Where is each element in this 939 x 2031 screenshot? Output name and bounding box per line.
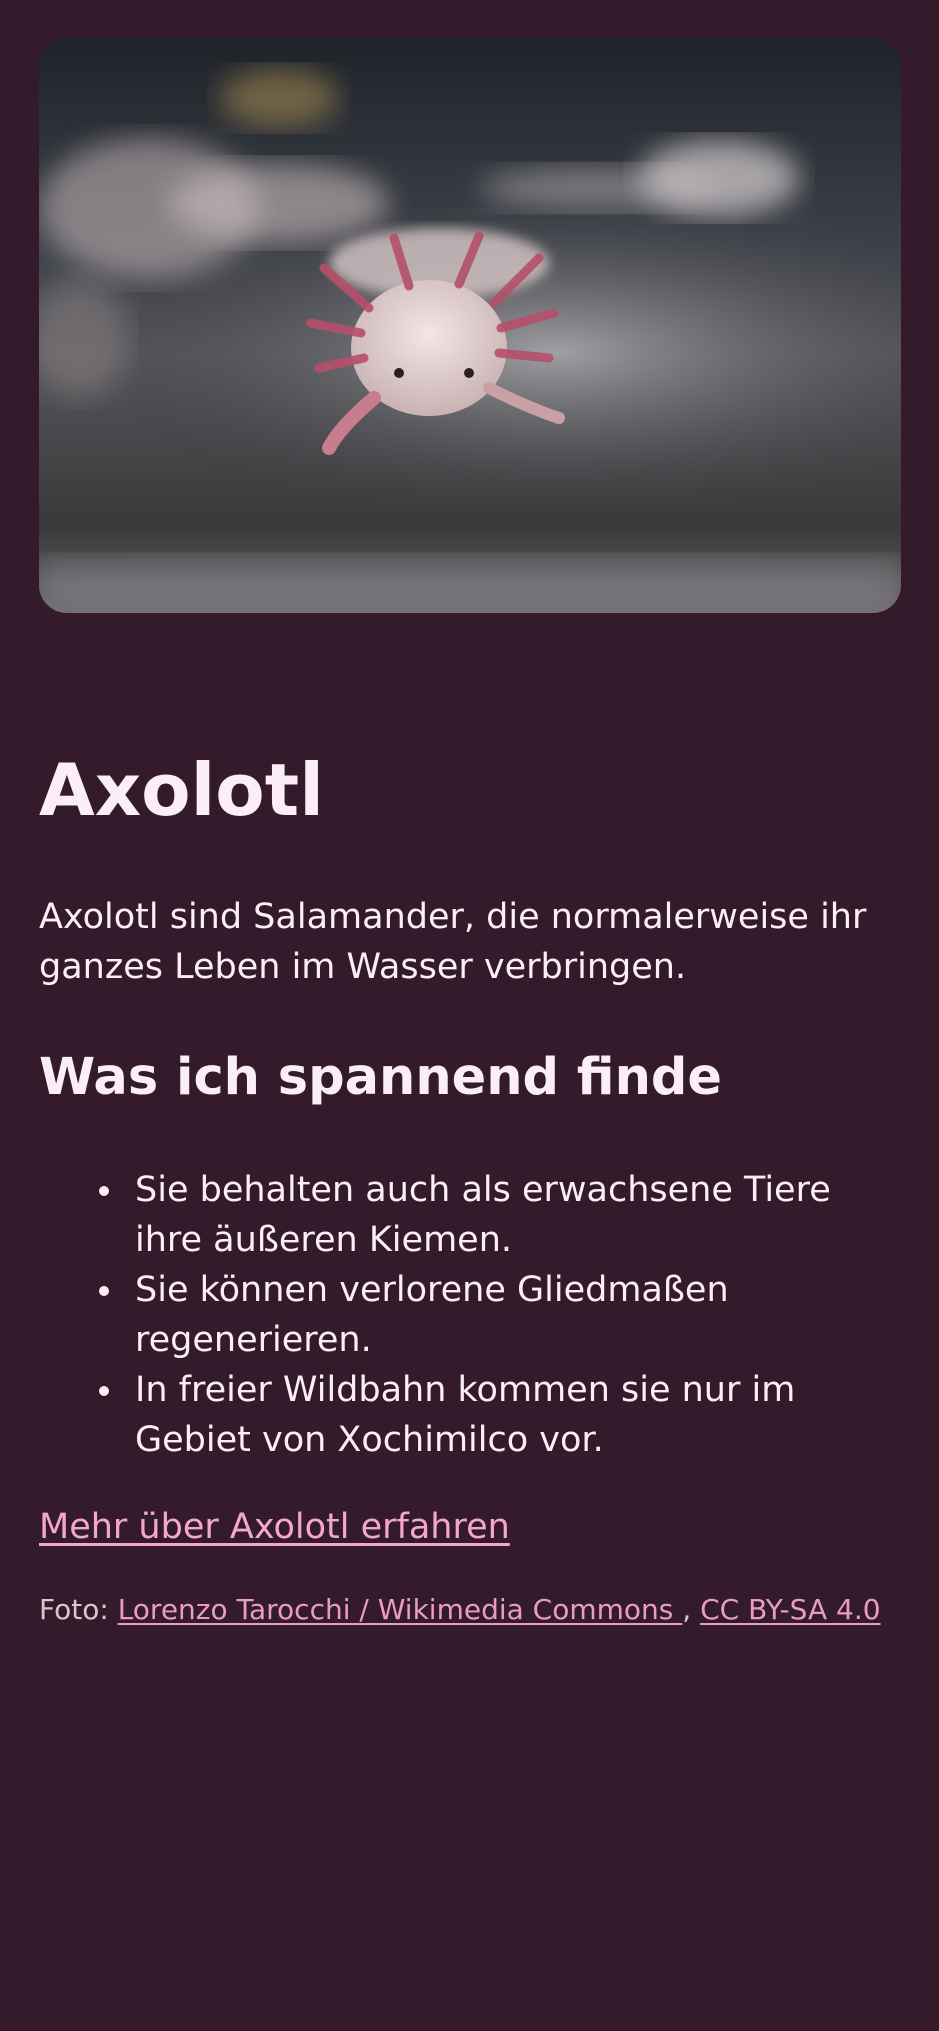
list-item-text: In freier Wildbahn kommen sie nur im Geb… bbox=[135, 1370, 796, 1460]
axolotl-photo bbox=[39, 38, 901, 613]
author-link[interactable]: Lorenzo Tarocchi / Wikimedia Commons bbox=[118, 1593, 683, 1626]
facts-list: Sie behalten auch als erwachsene Tiere i… bbox=[39, 1165, 901, 1465]
list-item: In freier Wildbahn kommen sie nur im Geb… bbox=[99, 1365, 901, 1465]
credit-separator: , bbox=[682, 1593, 692, 1626]
credit-prefix: Foto: bbox=[39, 1593, 109, 1626]
list-item-text: Sie können verlorene Gliedmaßen regeneri… bbox=[135, 1270, 729, 1360]
section-heading: Was ich spannend finde bbox=[39, 1048, 722, 1107]
list-item-text: Sie behalten auch als erwachsene Tiere i… bbox=[135, 1170, 831, 1260]
list-item: Sie können verlorene Gliedmaßen regeneri… bbox=[99, 1265, 901, 1365]
license-link[interactable]: CC BY-SA 4.0 bbox=[700, 1593, 880, 1626]
photo-credit: Foto: Lorenzo Tarocchi / Wikimedia Commo… bbox=[39, 1592, 881, 1628]
bullet-icon bbox=[99, 1386, 109, 1396]
axolotl-photo-image bbox=[39, 38, 901, 613]
bullet-icon bbox=[99, 1186, 109, 1196]
more-info-link[interactable]: Mehr über Axolotl erfahren bbox=[39, 1502, 510, 1552]
page-title: Axolotl bbox=[39, 748, 324, 832]
intro-paragraph: Axolotl sind Salamander, die normalerwei… bbox=[39, 897, 867, 987]
bullet-icon bbox=[99, 1286, 109, 1296]
page: Axolotl Axolotl sind Salamander, die nor… bbox=[0, 0, 939, 2031]
list-item: Sie behalten auch als erwachsene Tiere i… bbox=[99, 1165, 901, 1265]
